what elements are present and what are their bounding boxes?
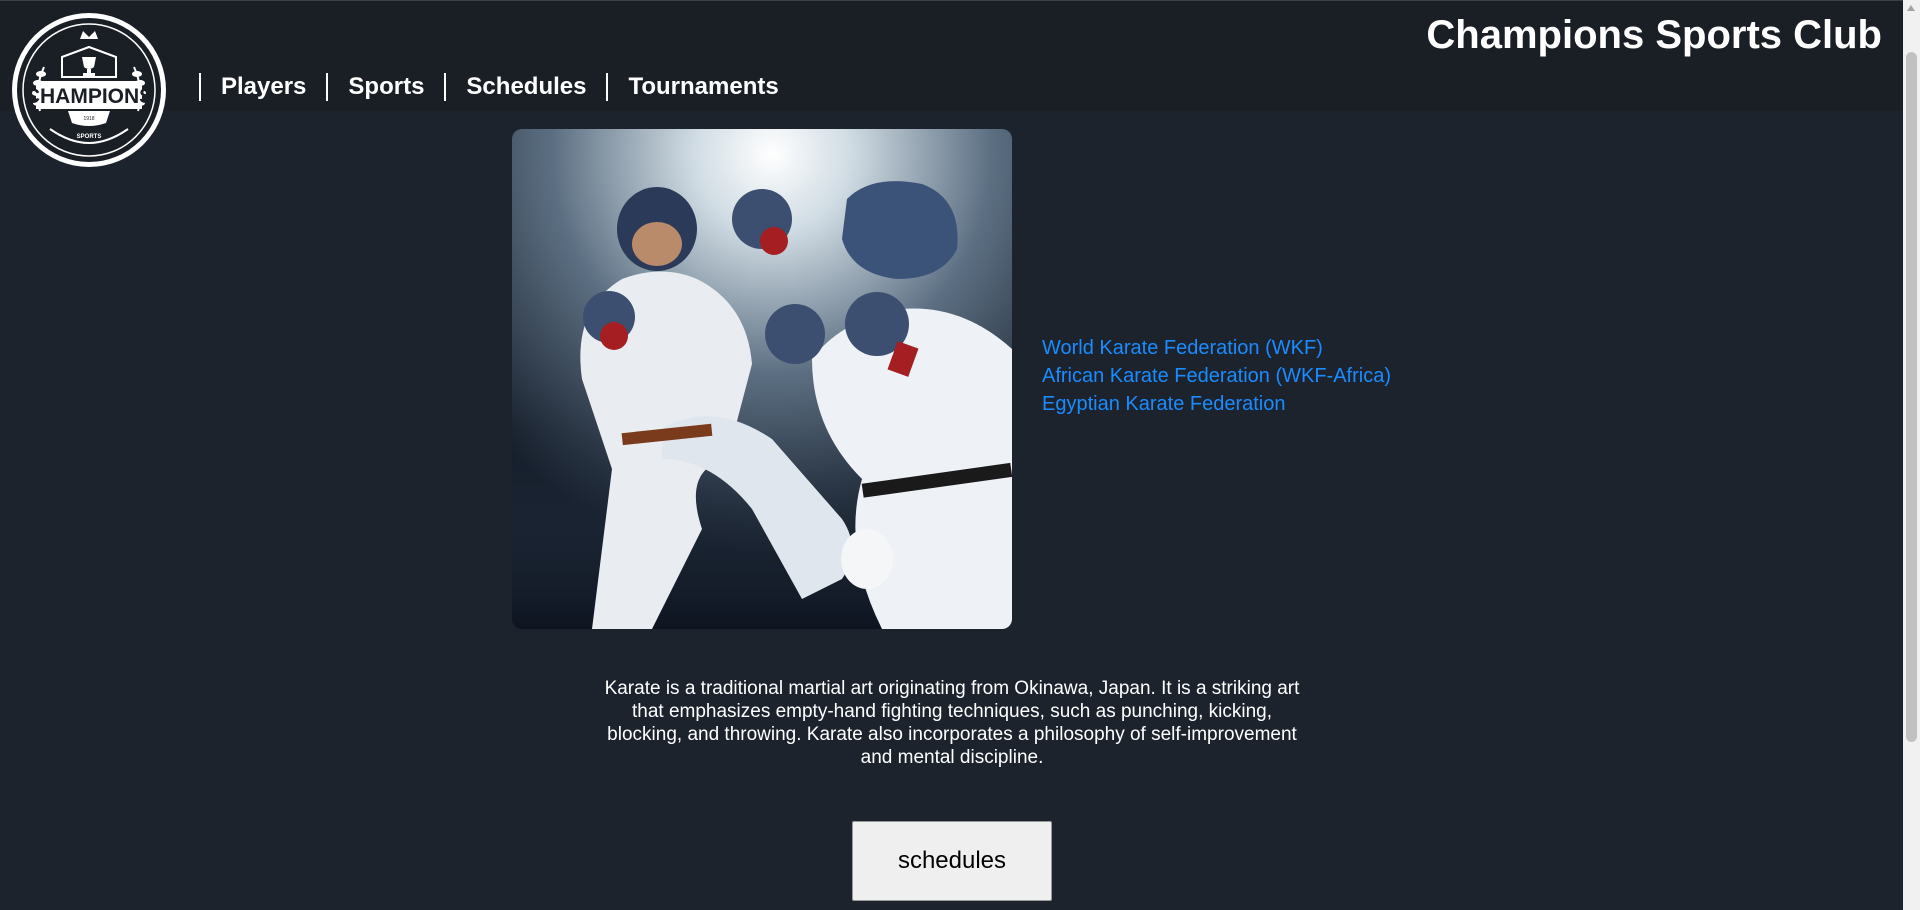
logo-year: 1918	[83, 116, 94, 122]
scroll-up-arrow-icon[interactable]	[1907, 5, 1915, 11]
karate-description: Karate is a traditional martial art orig…	[604, 678, 1300, 768]
link-wkf-africa[interactable]: African Karate Federation (WKF-Africa)	[1042, 362, 1391, 390]
site-header: Champions Sports Club Players Sports Sch…	[0, 0, 1904, 111]
nav-item-sports[interactable]: Sports	[326, 73, 444, 101]
schedules-button[interactable]: schedules	[852, 821, 1052, 901]
champions-logo[interactable]: CHAMPIONS 1918 SPORTS	[10, 11, 168, 169]
link-egyptian-karate-federation[interactable]: Egyptian Karate Federation	[1042, 390, 1391, 418]
main-nav: Players Sports Schedules Tournaments	[199, 73, 799, 101]
nav-item-players[interactable]: Players	[199, 73, 326, 101]
logo-subtext: SPORTS	[77, 134, 102, 140]
vertical-scrollbar[interactable]	[1903, 0, 1920, 910]
nav-item-tournaments[interactable]: Tournaments	[606, 73, 798, 101]
link-wkf[interactable]: World Karate Federation (WKF)	[1042, 334, 1391, 362]
site-title: Champions Sports Club	[1426, 13, 1882, 57]
karate-image	[512, 129, 1012, 629]
nav-item-schedules[interactable]: Schedules	[444, 73, 606, 101]
page: Champions Sports Club Players Sports Sch…	[0, 0, 1920, 910]
federation-links: World Karate Federation (WKF) African Ka…	[1042, 334, 1391, 418]
logo-text: CHAMPIONS	[25, 85, 153, 108]
scrollbar-thumb[interactable]	[1906, 52, 1917, 742]
